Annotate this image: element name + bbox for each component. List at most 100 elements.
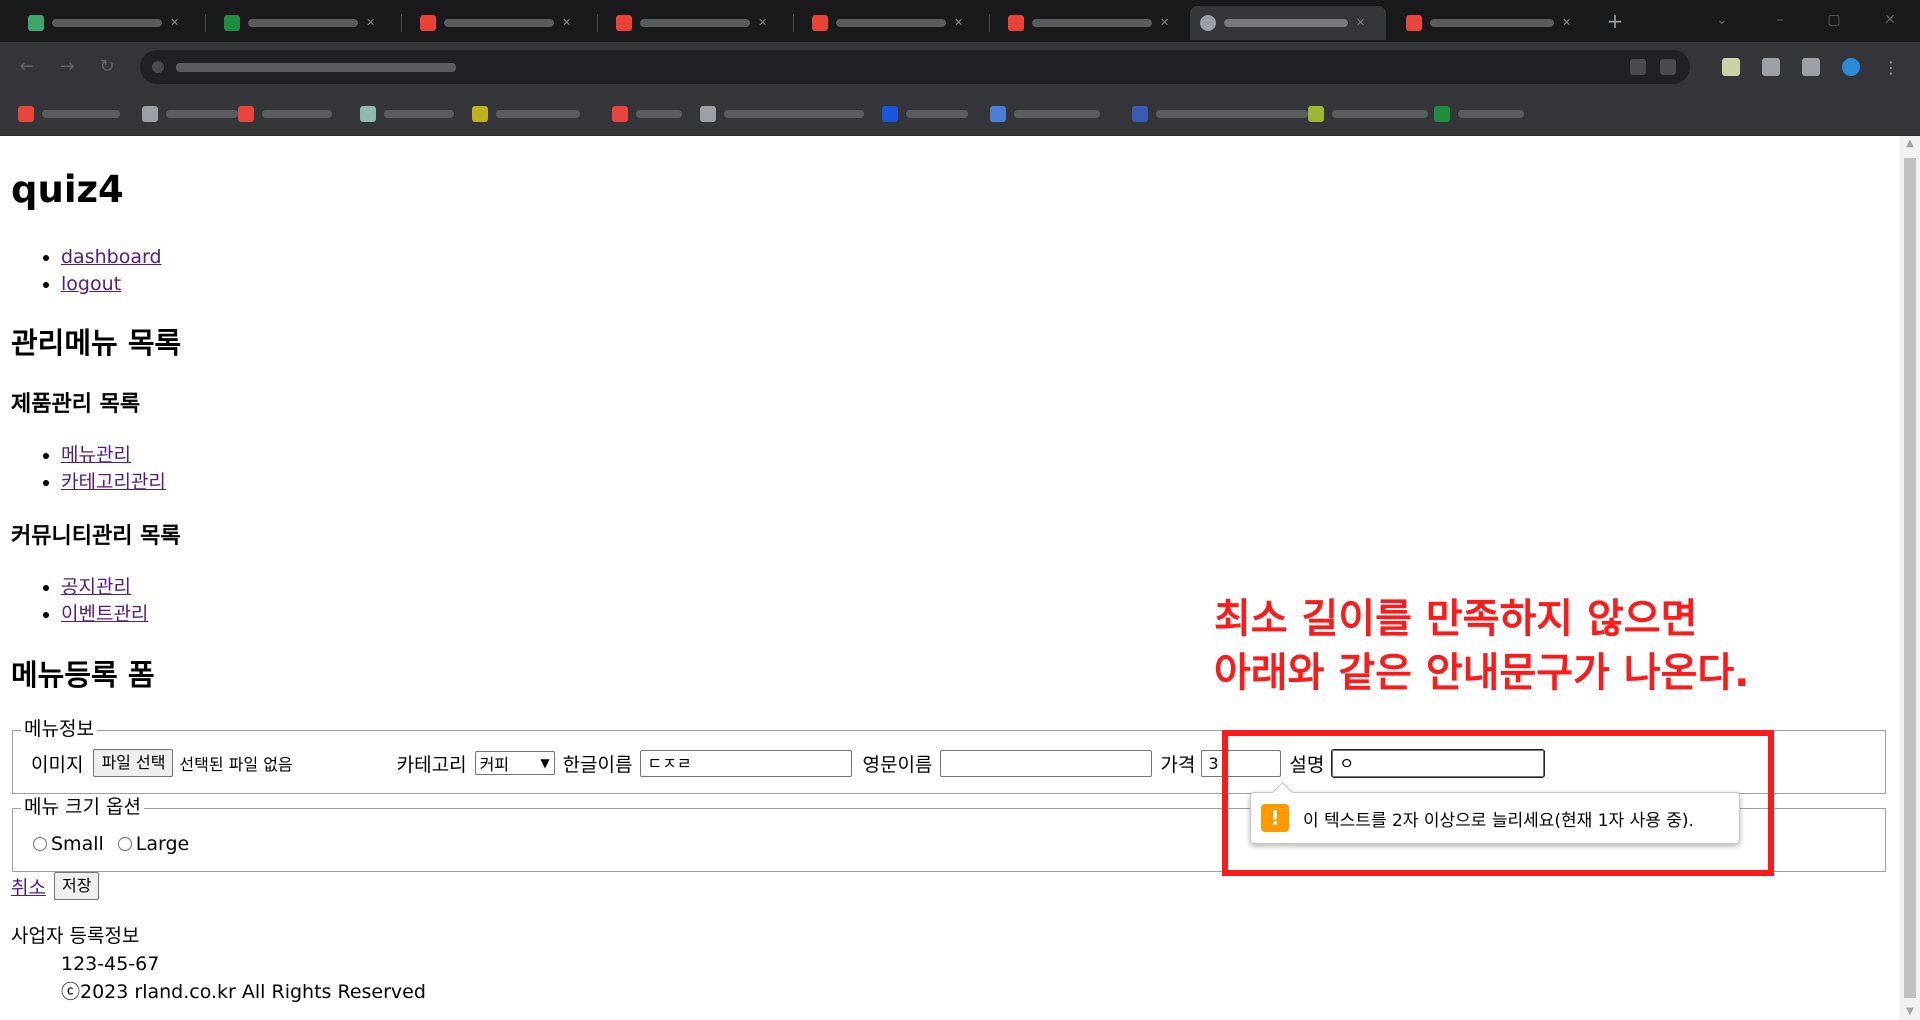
annotation-highlight-box <box>1222 730 1774 876</box>
small-label: Small <box>51 833 104 855</box>
file-select-button[interactable]: 파일 선택 <box>93 749 174 777</box>
event-admin-link[interactable]: 이벤트관리 <box>61 603 148 625</box>
copyright-text: ⓒ2023 rland.co.kr All Rights Reserved <box>61 981 426 1003</box>
browser-tab[interactable]: ✕ <box>410 6 590 40</box>
share-icon[interactable] <box>1630 59 1646 75</box>
site-info-icon[interactable] <box>152 61 164 73</box>
bookmark-item[interactable] <box>1308 106 1428 122</box>
bookmark-item[interactable] <box>882 106 968 122</box>
tab-favicon-icon <box>1008 15 1024 31</box>
forward-icon[interactable]: → <box>56 56 78 78</box>
notice-admin-link[interactable]: 공지관리 <box>61 576 131 598</box>
list-item: 카테고리관리 <box>61 469 166 496</box>
list-item: 이벤트관리 <box>61 601 148 628</box>
footer-heading: 사업자 등록정보 <box>11 925 140 947</box>
scroll-up-icon[interactable]: ▲ <box>1900 136 1920 152</box>
page-content: quiz4 dashboard logout 관리메뉴 목록 제품관리 목록 메… <box>0 136 1900 1020</box>
chevron-down-icon[interactable]: ⌄ <box>1712 12 1732 28</box>
bookmark-item[interactable] <box>700 106 864 122</box>
category-select[interactable]: 커피 ▼ <box>474 751 555 775</box>
bookmark-item[interactable] <box>1434 106 1524 122</box>
product-heading: 제품관리 목록 <box>11 392 141 417</box>
browser-chrome: ✕ ✕ ✕ ✕ ✕ ✕ ✕ ✕ + ⌄ – ▢ ✕ ← → ↻ ⋮ <box>0 0 1920 136</box>
extension-icon[interactable] <box>1722 58 1740 76</box>
bookmark-item[interactable] <box>238 106 332 122</box>
back-icon[interactable]: ← <box>16 56 38 78</box>
browser-tab[interactable]: ✕ <box>998 6 1188 40</box>
category-label: 카테고리 <box>396 753 467 776</box>
tab-favicon-icon <box>616 15 632 31</box>
tab-favicon-icon <box>28 15 44 31</box>
community-heading: 커뮤니티관리 목록 <box>11 524 181 549</box>
browser-tab-active[interactable]: ✕ <box>1190 6 1386 40</box>
reload-icon[interactable]: ↻ <box>96 56 118 78</box>
bookmark-item[interactable] <box>612 106 682 122</box>
close-icon[interactable]: ✕ <box>1356 17 1366 28</box>
extension-icon[interactable] <box>1762 58 1780 76</box>
category-admin-link[interactable]: 카테고리관리 <box>61 471 166 493</box>
bookmark-item[interactable] <box>990 106 1100 122</box>
close-icon[interactable]: ✕ <box>366 17 376 28</box>
bookmark-star-icon[interactable] <box>1660 59 1676 75</box>
size-options-legend: 메뉴 크기 옵션 <box>21 796 144 818</box>
korean-name-label: 한글이름 <box>562 753 633 776</box>
browser-tab[interactable]: ✕ <box>1396 6 1592 40</box>
large-radio[interactable] <box>117 837 132 851</box>
browser-toolbar: ← → ↻ ⋮ <box>0 42 1920 92</box>
list-item: 메뉴관리 <box>61 442 166 469</box>
browser-tab[interactable]: ✕ <box>18 6 198 40</box>
size-options-row: Small Large <box>33 833 189 855</box>
bookmark-item[interactable] <box>18 106 120 122</box>
community-nav: 공지관리 이벤트관리 <box>11 574 148 628</box>
tab-favicon-icon <box>420 15 436 31</box>
bookmark-item[interactable] <box>472 106 580 122</box>
close-icon[interactable]: ✕ <box>1562 17 1572 28</box>
page-scrollbar[interactable]: ▲ ▼ <box>1900 136 1920 1020</box>
menu-info-legend: 메뉴정보 <box>21 718 97 740</box>
logout-link[interactable]: logout <box>61 273 121 295</box>
close-icon[interactable]: ✕ <box>954 17 964 28</box>
small-radio[interactable] <box>33 837 47 851</box>
english-name-label: 영문이름 <box>862 753 933 776</box>
close-window-icon[interactable]: ✕ <box>1880 12 1900 28</box>
avatar[interactable] <box>1842 58 1860 76</box>
bookmark-item[interactable] <box>1132 106 1308 122</box>
browser-tab[interactable]: ✕ <box>606 6 786 40</box>
form-heading: 메뉴등록 폼 <box>11 658 155 692</box>
close-icon[interactable]: ✕ <box>758 17 768 28</box>
file-status-text: 선택된 파일 없음 <box>179 755 293 774</box>
annotation-line-1: 최소 길이를 만족하지 않으면 <box>1214 596 1698 642</box>
list-item: 공지관리 <box>61 574 148 601</box>
chevron-down-icon: ▼ <box>540 756 550 770</box>
tab-favicon-icon <box>1200 15 1216 31</box>
bookmarks-bar <box>0 92 1920 136</box>
bookmark-item[interactable] <box>360 106 454 122</box>
sidepanel-icon[interactable] <box>1802 58 1820 76</box>
cancel-link[interactable]: 취소 <box>11 873 46 900</box>
close-icon[interactable]: ✕ <box>170 17 180 28</box>
tab-favicon-icon <box>812 15 828 31</box>
dashboard-link[interactable]: dashboard <box>61 246 162 268</box>
new-tab-icon[interactable]: + <box>1604 10 1626 32</box>
list-item: logout <box>61 271 162 298</box>
form-actions: 취소 저장 <box>11 872 100 900</box>
list-item: dashboard <box>61 244 162 271</box>
image-label: 이미지 <box>31 753 84 776</box>
scroll-down-icon[interactable]: ▼ <box>1900 1004 1920 1020</box>
minimize-icon[interactable]: – <box>1770 12 1790 28</box>
menu-dots-icon[interactable]: ⋮ <box>1882 58 1900 77</box>
address-bar[interactable] <box>140 50 1690 84</box>
close-icon[interactable]: ✕ <box>562 17 572 28</box>
english-name-input[interactable] <box>940 749 1153 777</box>
korean-name-input[interactable]: ㄷㅈㄹ <box>640 749 853 777</box>
close-icon[interactable]: ✕ <box>1160 17 1170 28</box>
scrollbar-thumb[interactable] <box>1904 158 1916 998</box>
save-button[interactable]: 저장 <box>53 872 100 900</box>
menu-admin-link[interactable]: 메뉴관리 <box>61 444 131 466</box>
page-title: quiz4 <box>11 168 124 211</box>
browser-tab[interactable]: ✕ <box>802 6 982 40</box>
browser-tab[interactable]: ✕ <box>214 6 394 40</box>
top-nav: dashboard logout <box>11 244 162 298</box>
bookmark-item[interactable] <box>142 106 238 122</box>
maximize-icon[interactable]: ▢ <box>1824 12 1844 28</box>
